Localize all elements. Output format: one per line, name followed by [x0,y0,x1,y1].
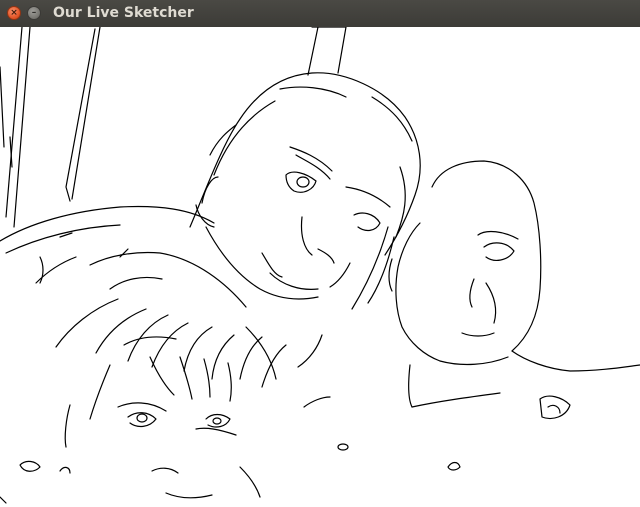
sketch-canvas [0,27,640,507]
sketch-drawing [0,27,640,504]
title-bar[interactable]: × – Our Live Sketcher [0,0,640,28]
man-face-sketch [388,160,640,420]
woman-face-sketch [189,72,421,310]
window-title: Our Live Sketcher [53,5,194,21]
background-lines [0,27,347,228]
app-window: × – Our Live Sketcher [0,0,640,507]
close-icon[interactable]: × [7,6,21,20]
girl-face-sketch [0,205,331,499]
misc-specks [0,232,461,504]
minimize-icon[interactable]: – [27,6,41,20]
